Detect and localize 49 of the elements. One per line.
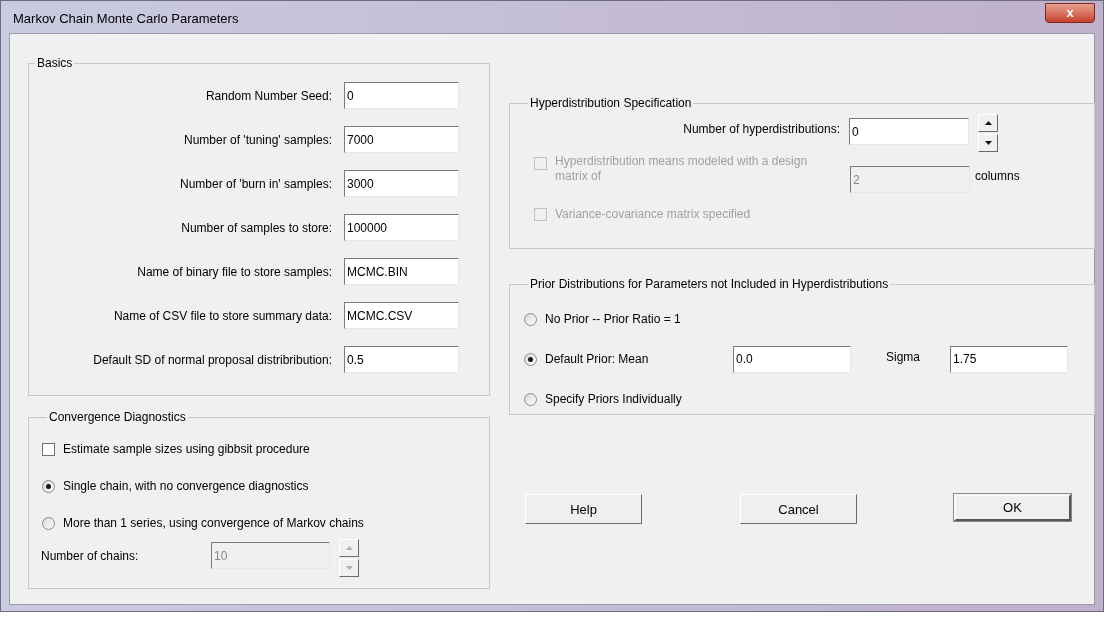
field-label: Default SD of normal proposal distribribution: bbox=[92, 352, 333, 369]
field-label: Sigma bbox=[886, 349, 921, 366]
radio-button[interactable] bbox=[42, 479, 55, 493]
input-field[interactable]: MCMC.CSV bbox=[344, 302, 459, 329]
group-title: Convergence Diagnostics bbox=[48, 409, 187, 426]
field-label: Random Number Seed: bbox=[204, 88, 333, 105]
option-label: Specify Priors Individually bbox=[545, 391, 682, 408]
input-field[interactable]: 0.5 bbox=[344, 346, 459, 373]
field-label: Number of samples to store: bbox=[180, 220, 333, 237]
input-field[interactable]: 1.75 bbox=[950, 345, 1068, 373]
option-label: Default Prior: Mean bbox=[545, 351, 650, 368]
option-label: More than 1 series, using convergence of Markov chains bbox=[63, 515, 364, 532]
dialog-button[interactable]: OK bbox=[954, 494, 1071, 521]
option-label: Variance-covariance matrix specified bbox=[555, 206, 751, 223]
up-arrow-icon bbox=[983, 120, 993, 126]
down-arrow-icon bbox=[344, 565, 354, 571]
input-field[interactable]: 3000 bbox=[344, 170, 459, 197]
group-title: Hyperdistribution Specification bbox=[529, 95, 693, 112]
dialog-button[interactable]: Cancel bbox=[740, 494, 857, 524]
radio-button[interactable] bbox=[42, 516, 55, 530]
input-field[interactable]: 100000 bbox=[344, 214, 459, 241]
spin-down-button[interactable] bbox=[978, 134, 998, 152]
group-title: Basics bbox=[36, 55, 74, 72]
window-title: Markov Chain Monte Carlo Parameters bbox=[12, 10, 239, 29]
radio-button[interactable] bbox=[524, 392, 537, 406]
field-label: columns bbox=[975, 168, 1020, 185]
down-arrow-icon bbox=[983, 140, 993, 146]
input-field[interactable]: 0.0 bbox=[733, 345, 851, 373]
spin-up-button[interactable] bbox=[978, 114, 998, 132]
group-title: Prior Distributions for Parameters not Included in Hyperdistributions bbox=[529, 276, 890, 293]
input-field[interactable]: 0 bbox=[849, 118, 969, 145]
radio-button[interactable] bbox=[524, 312, 537, 326]
radio-button[interactable] bbox=[524, 352, 537, 366]
option-label: Single chain, with no convergence diagnostics bbox=[63, 478, 309, 495]
input-field[interactable]: 7000 bbox=[344, 126, 459, 153]
up-arrow-icon bbox=[344, 545, 354, 551]
input-field[interactable]: 0 bbox=[344, 82, 459, 109]
field-label: Number of 'tuning' samples: bbox=[183, 132, 333, 149]
field-label: Name of CSV file to store summary data: bbox=[112, 308, 333, 325]
field-label: Number of hyperdistributions: bbox=[682, 121, 841, 138]
checkbox[interactable] bbox=[42, 442, 55, 456]
field-label: Number of chains: bbox=[41, 548, 140, 565]
input-field[interactable]: MCMC.BIN bbox=[344, 258, 459, 285]
option-label: Estimate sample sizes using gibbsit procedure bbox=[63, 441, 310, 458]
field-label: Name of binary file to store samples: bbox=[136, 264, 333, 281]
option-label: No Prior -- Prior Ratio = 1 bbox=[545, 311, 681, 328]
dialog-button[interactable]: Help bbox=[525, 494, 642, 524]
field-label: Number of 'burn in' samples: bbox=[179, 176, 333, 193]
option-label: Hyperdistribution means modeled with a design matrix of bbox=[555, 154, 809, 184]
